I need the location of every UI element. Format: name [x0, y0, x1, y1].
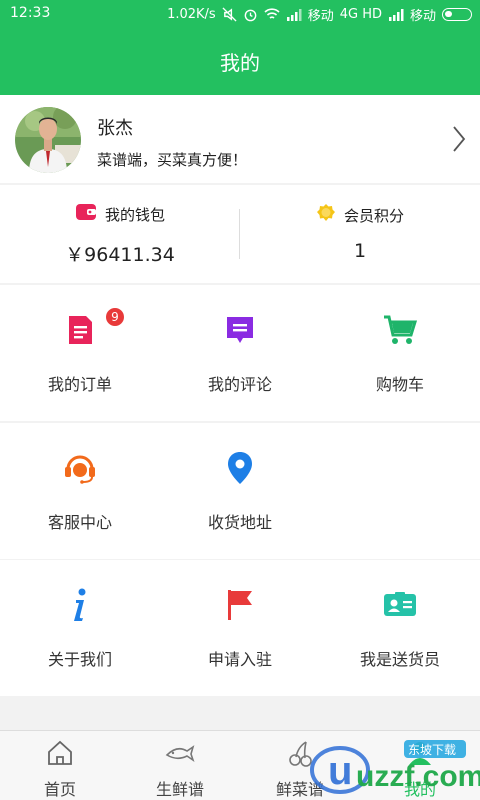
- orders-icon: [63, 313, 97, 347]
- avatar[interactable]: [15, 107, 81, 173]
- cart-icon: [383, 313, 417, 347]
- cart-label: 购物车: [375, 375, 424, 394]
- menu-cart[interactable]: 购物车: [320, 285, 480, 421]
- profile-row[interactable]: 张杰 菜谱端，买菜真方便！: [0, 95, 480, 183]
- user-slogan: 菜谱端，买菜真方便！: [97, 151, 248, 169]
- points-block[interactable]: 会员积分 1: [240, 185, 480, 283]
- menu-courier[interactable]: 我是送货员: [320, 560, 480, 696]
- signal-icon-2: [388, 8, 404, 21]
- title-bar: 我的: [0, 28, 480, 95]
- status-bar: 12:33 1.02K/s 移动 4G HD 移动: [0, 0, 480, 28]
- home-icon: [45, 739, 75, 767]
- alarm-icon: [243, 7, 258, 22]
- menu-section-1: 9 我的订单 我的评论 购物车: [0, 285, 480, 421]
- info-icon: [63, 588, 97, 622]
- points-icon: [316, 203, 336, 227]
- svg-text:东坡下载: 东坡下载: [408, 743, 456, 757]
- user-name: 张杰: [97, 118, 133, 139]
- watermark-logo: u 东坡下载 uzzf.com: [300, 732, 480, 800]
- menu-my-comments[interactable]: 我的评论: [160, 285, 320, 421]
- page-title: 我的: [220, 51, 260, 75]
- net-speed: 1.02K/s: [167, 7, 216, 22]
- wallet-balance: ￥96411.34: [65, 244, 175, 266]
- courier-label: 我是送货员: [359, 650, 440, 669]
- menu-apply-join[interactable]: 申请入驻: [160, 560, 320, 696]
- battery-icon: [442, 8, 472, 21]
- menu-my-orders[interactable]: 9 我的订单: [0, 285, 160, 421]
- location-pin-icon: [223, 451, 257, 485]
- id-card-icon: [383, 588, 417, 622]
- service-label: 客服中心: [47, 513, 112, 532]
- join-label: 申请入驻: [207, 650, 272, 669]
- tab-home[interactable]: 首页: [0, 731, 120, 800]
- points-value: 1: [353, 240, 367, 262]
- chevron-right-icon[interactable]: [452, 125, 466, 157]
- svg-text:u: u: [328, 749, 352, 793]
- wallet-panel: 我的钱包 ￥96411.34 会员积分 1: [0, 185, 480, 283]
- address-label: 收货地址: [207, 513, 272, 532]
- menu-service-center[interactable]: 客服中心: [0, 423, 160, 559]
- about-label: 关于我们: [47, 650, 112, 669]
- headset-icon: [63, 451, 97, 485]
- status-time: 12:33: [10, 5, 51, 21]
- orders-label: 我的订单: [47, 375, 112, 394]
- flag-icon: [223, 588, 257, 622]
- wallet-label: 我的钱包: [104, 205, 165, 224]
- fish-icon: [165, 739, 195, 767]
- mute-icon: [222, 7, 237, 22]
- comment-icon: [223, 313, 257, 347]
- carrier2: 移动: [409, 9, 436, 24]
- carrier1: 移动: [307, 9, 334, 24]
- wallet-block[interactable]: 我的钱包 ￥96411.34: [0, 185, 240, 283]
- svg-text:uzzf.com: uzzf.com: [356, 760, 480, 793]
- tab-home-label: 首页: [43, 780, 76, 799]
- orders-badge: 9: [105, 307, 125, 327]
- menu-about-us[interactable]: 关于我们: [0, 560, 160, 696]
- menu-address[interactable]: 收货地址: [160, 423, 320, 559]
- comments-label: 我的评论: [207, 375, 272, 394]
- signal-icon: [286, 8, 302, 21]
- wifi-icon: [264, 8, 280, 21]
- menu-section-3: 关于我们 申请入驻 我是送货员: [0, 560, 480, 696]
- points-label: 会员积分: [343, 206, 404, 225]
- tab-fresh-label: 生鲜谱: [155, 780, 204, 799]
- tab-fresh[interactable]: 生鲜谱: [120, 731, 240, 800]
- menu-section-2: 客服中心 收货地址: [0, 423, 480, 559]
- network-type: 4G HD: [339, 7, 382, 22]
- wallet-icon: [75, 203, 97, 225]
